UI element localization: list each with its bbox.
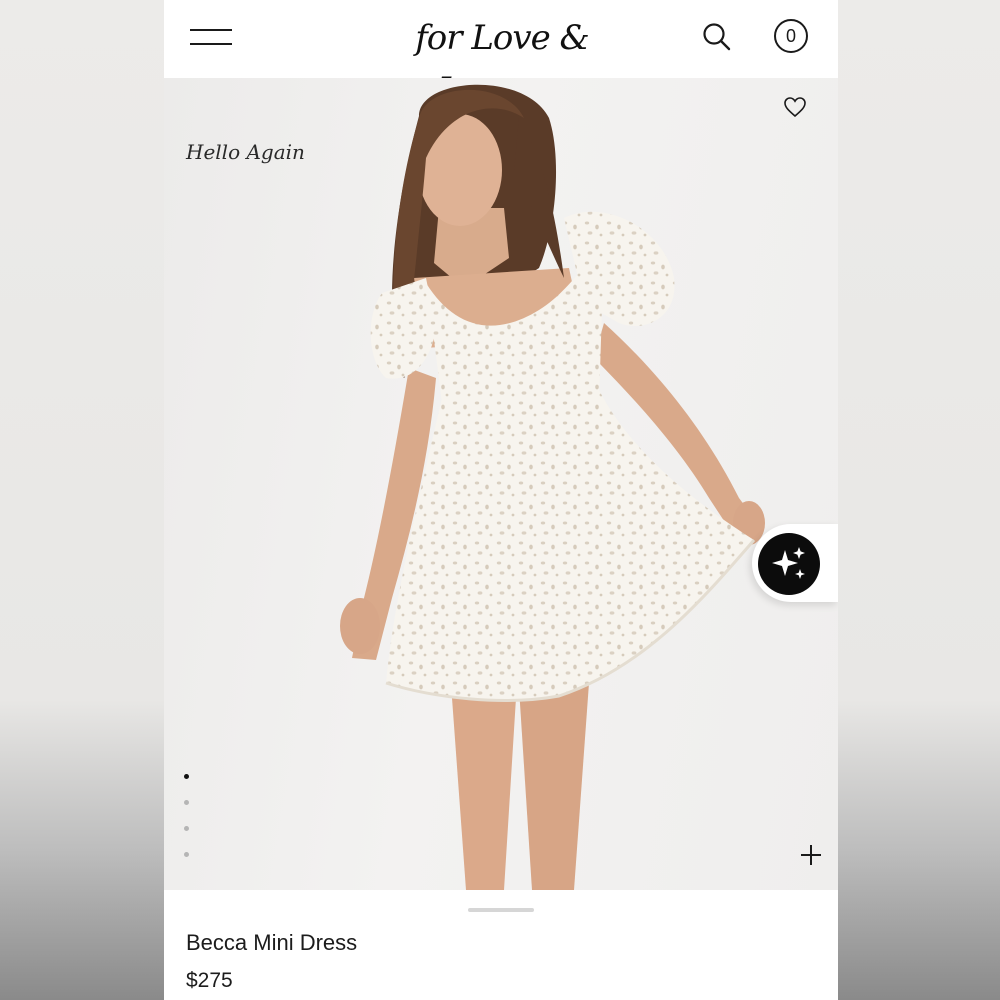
- brand-logo[interactable]: for Love & Lemons: [362, 12, 642, 110]
- carousel-dot[interactable]: [184, 852, 189, 857]
- carousel-dot[interactable]: [184, 826, 189, 831]
- product-info-sheet[interactable]: Becca Mini Dress $275: [164, 890, 838, 1000]
- product-image-carousel[interactable]: Hello Again: [164, 78, 838, 890]
- promo-label: Hello Again: [186, 140, 305, 164]
- sparkles-icon[interactable]: [758, 533, 820, 595]
- hamburger-menu-icon[interactable]: [190, 24, 234, 52]
- cart-count-button[interactable]: 0: [774, 19, 808, 53]
- carousel-dot[interactable]: [184, 800, 189, 805]
- product-price: $275: [186, 969, 233, 992]
- ai-assistant-tab: [752, 524, 838, 602]
- carousel-indicator: [184, 774, 194, 878]
- product-name: Becca Mini Dress: [186, 930, 358, 955]
- heart-icon[interactable]: [782, 94, 808, 120]
- drag-handle[interactable]: [468, 908, 534, 912]
- top-nav-bar: for Love & Lemons 0: [164, 0, 838, 110]
- plus-icon[interactable]: [798, 842, 824, 868]
- product-photo: [340, 84, 765, 890]
- app-screen: for Love & Lemons 0: [164, 0, 838, 1000]
- carousel-dot[interactable]: [184, 774, 189, 779]
- search-icon[interactable]: [700, 20, 734, 54]
